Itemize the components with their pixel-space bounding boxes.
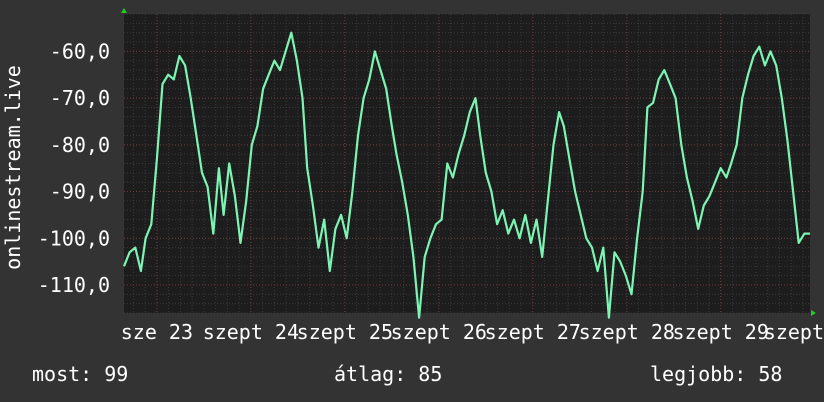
y-axis-label: onlinestream.live: [1, 65, 25, 270]
stat-average: átlag: 85: [334, 362, 443, 386]
y-axis-ticks: -60,0 -70,0 -80,0 -90,0 -100,0 -110,0: [38, 39, 110, 297]
y-tick-label: -80,0: [50, 133, 110, 157]
x-tick-label: szept: [764, 320, 824, 344]
x-axis-ticks: sze 23 szept 24szept 25szept 26szept 27sz…: [121, 320, 824, 344]
chart-stage: -60,0 -70,0 -80,0 -90,0 -100,0 -110,0 sze 23 s…: [0, 0, 824, 402]
x-tick-label: szept 28: [579, 320, 675, 344]
x-tick-label: sze 23: [121, 320, 193, 344]
y-tick-label: -110,0: [38, 273, 110, 297]
x-tick-label: szept 27: [485, 320, 581, 344]
y-tick-label: -100,0: [38, 226, 110, 250]
x-tick-label: szept 26: [391, 320, 487, 344]
y-axis-arrow-icon: [121, 8, 127, 13]
x-axis-arrow-icon: [811, 310, 816, 316]
stat-best: legjobb: 58: [650, 362, 783, 386]
x-tick-label: szept 24: [203, 320, 299, 344]
y-tick-label: -60,0: [50, 39, 110, 63]
stat-now: most: 99: [32, 362, 129, 386]
y-tick-label: -70,0: [50, 86, 110, 110]
x-tick-label: szept 29: [673, 320, 769, 344]
x-tick-label: szept 25: [297, 320, 393, 344]
chart: -60,0 -70,0 -80,0 -90,0 -100,0 -110,0 sze 23 s…: [1, 8, 824, 344]
y-tick-label: -90,0: [50, 180, 110, 204]
